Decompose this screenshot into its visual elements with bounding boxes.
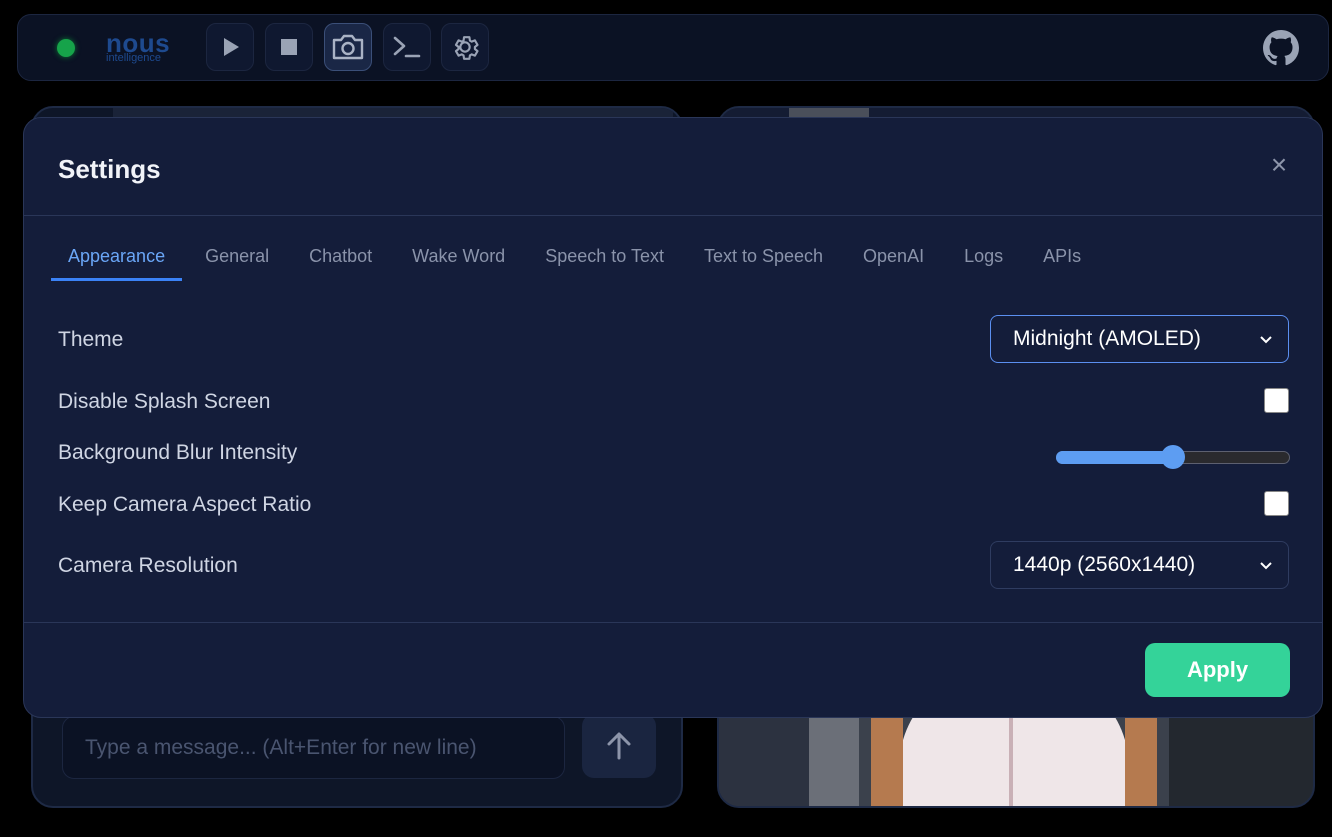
chevron-down-icon	[1260, 336, 1272, 344]
message-input-placeholder: Type a message... (Alt+Enter for new lin…	[85, 735, 477, 759]
play-icon	[224, 38, 239, 56]
tab-openai[interactable]: OpenAI	[846, 235, 941, 281]
stop-button[interactable]	[265, 23, 313, 71]
blur-intensity-label: Background Blur Intensity	[58, 441, 298, 464]
settings-button[interactable]	[441, 23, 489, 71]
header-divider	[24, 215, 1322, 216]
github-icon[interactable]	[1263, 30, 1299, 66]
chevron-down-icon	[1260, 562, 1272, 570]
tab-wake-word[interactable]: Wake Word	[395, 235, 522, 281]
tab-speech-to-text[interactable]: Speech to Text	[528, 235, 681, 281]
disable-splash-checkbox[interactable]	[1264, 388, 1289, 413]
settings-tabs: Appearance General Chatbot Wake Word Spe…	[51, 235, 1104, 281]
blur-intensity-slider[interactable]	[1056, 445, 1290, 469]
terminal-button[interactable]	[383, 23, 431, 71]
keep-aspect-checkbox[interactable]	[1264, 491, 1289, 516]
theme-select-value: Midnight (AMOLED)	[1013, 327, 1201, 350]
apply-button[interactable]: Apply	[1145, 643, 1290, 697]
tab-text-to-speech[interactable]: Text to Speech	[687, 235, 840, 281]
close-icon: ×	[1270, 149, 1288, 180]
keep-aspect-label: Keep Camera Aspect Ratio	[58, 493, 312, 516]
gear-icon	[454, 36, 479, 60]
tab-logs[interactable]: Logs	[947, 235, 1020, 281]
footer-divider	[24, 622, 1322, 623]
slider-thumb[interactable]	[1161, 445, 1185, 469]
theme-label: Theme	[58, 328, 124, 351]
camera-resolution-select[interactable]: 1440p (2560x1440)	[990, 541, 1289, 589]
camera-icon	[332, 34, 364, 60]
stop-icon	[281, 39, 297, 55]
tab-appearance[interactable]: Appearance	[51, 235, 183, 281]
tab-apis[interactable]: APIs	[1026, 235, 1098, 281]
message-input[interactable]: Type a message... (Alt+Enter for new lin…	[62, 716, 565, 779]
status-indicator	[57, 39, 75, 57]
tab-chatbot[interactable]: Chatbot	[292, 235, 389, 281]
app-logo: nous intelligence	[106, 30, 170, 64]
camera-button[interactable]	[324, 23, 372, 71]
send-button[interactable]	[582, 714, 656, 778]
logo-subtext: intelligence	[106, 52, 162, 64]
terminal-icon	[393, 36, 421, 58]
close-button[interactable]: ×	[1265, 149, 1293, 180]
modal-title: Settings	[58, 154, 161, 184]
camera-resolution-label: Camera Resolution	[58, 554, 238, 577]
camera-resolution-value: 1440p (2560x1440)	[1013, 553, 1196, 576]
arrow-up-icon	[607, 732, 631, 760]
settings-modal: Settings × Appearance General Chatbot Wa…	[23, 117, 1323, 718]
tab-general[interactable]: General	[188, 235, 286, 281]
theme-select[interactable]: Midnight (AMOLED)	[990, 315, 1289, 363]
play-button[interactable]	[206, 23, 254, 71]
disable-splash-label: Disable Splash Screen	[58, 390, 271, 413]
